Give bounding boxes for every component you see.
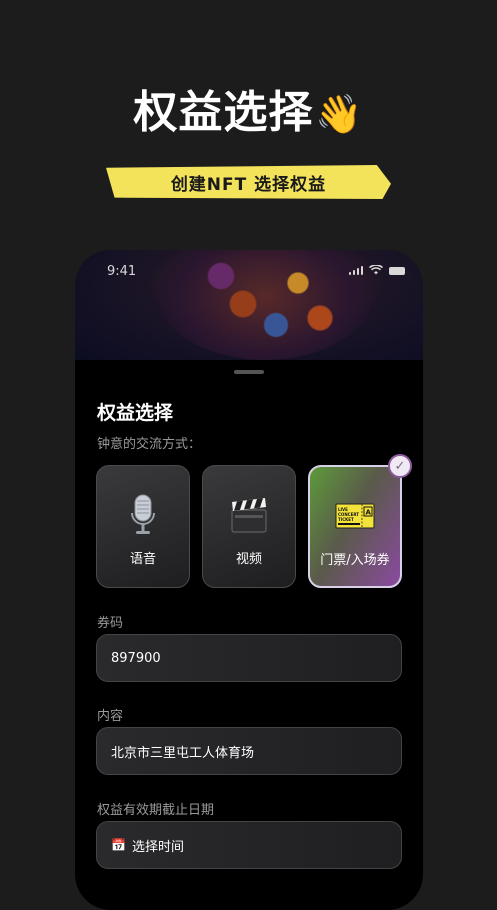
- content-label: 内容: [97, 709, 124, 724]
- option-ticket[interactable]: LIVE CONCERT TICKET A 门票/入场券: [308, 465, 402, 588]
- signal-icon: [348, 265, 363, 275]
- content-input[interactable]: 北京市三里屯工人体育场: [96, 727, 402, 775]
- communication-method-label: 钟意的交流方式：: [97, 437, 202, 452]
- concert-ticket-icon: LIVE CONCERT TICKET A: [335, 503, 375, 529]
- option-video[interactable]: 视频: [202, 465, 296, 588]
- expiry-placeholder: 选择时间: [131, 839, 184, 855]
- battery-icon: [389, 267, 405, 275]
- expiry-date-picker[interactable]: 📅 选择时间: [96, 821, 402, 869]
- option-voice[interactable]: 语音: [96, 465, 190, 588]
- bottom-sheet: 权益选择 钟意的交流方式： 语音 视频 LIVE CONCERT TICKET …: [75, 360, 423, 910]
- option-label: 语音: [129, 552, 156, 567]
- svg-text:A: A: [366, 509, 372, 517]
- wifi-icon: [369, 265, 383, 275]
- status-icons: [348, 265, 405, 275]
- option-label: 门票/入场券: [320, 553, 390, 568]
- selected-check-icon: ✓: [388, 454, 412, 478]
- code-label: 券码: [97, 616, 124, 631]
- sheet-grabber-handle[interactable]: [234, 370, 264, 374]
- cover-artwork: [155, 250, 375, 360]
- content-value: 北京市三里屯工人体育场: [111, 745, 255, 761]
- hero-title-text: 权益选择: [133, 87, 314, 138]
- sheet-title: 权益选择: [97, 402, 174, 424]
- ticket-text-line3: TICKET: [338, 517, 354, 522]
- clapperboard-icon: [231, 498, 267, 533]
- option-label: 视频: [235, 552, 262, 567]
- ribbon-text: 创建NFT 选择权益: [170, 174, 327, 195]
- status-time: 9:41: [107, 264, 137, 279]
- code-value: 897900: [111, 650, 161, 666]
- phone-mockup: 9:41 权益选择 钟意的交流方式： 语音 视频 LIVE CONCERT TI…: [75, 250, 423, 910]
- microphone-icon: [131, 494, 155, 534]
- waving-hand-icon: 👋: [315, 92, 364, 136]
- calendar-icon: 📅: [111, 838, 126, 852]
- code-input[interactable]: 897900: [96, 634, 402, 682]
- hero-title: 权益选择👋: [0, 76, 497, 140]
- expiry-label: 权益有效期截止日期: [97, 803, 215, 818]
- subtitle-ribbon: 创建NFT 选择权益: [106, 165, 391, 199]
